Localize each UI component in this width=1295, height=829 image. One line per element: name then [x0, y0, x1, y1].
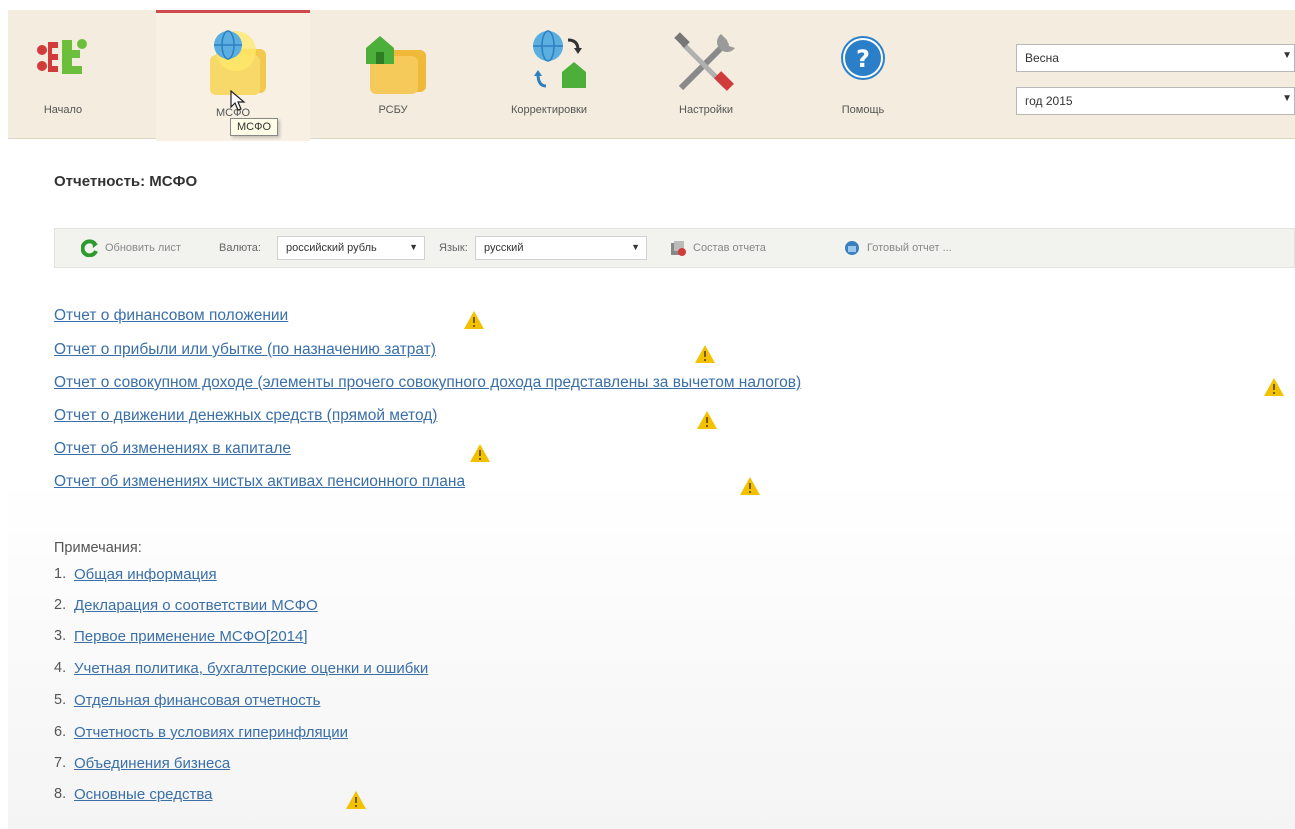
toolbar-rsbu-button[interactable]: РСБУ [348, 10, 438, 138]
statement-link[interactable]: Отчет о прибыли или убытке (по назначени… [54, 341, 436, 359]
currency-select-value: российский рубль [286, 242, 377, 254]
ifrs-tooltip: МСФО [230, 118, 279, 136]
warning-icon [469, 443, 491, 463]
note-link[interactable]: Объединения бизнеса [74, 755, 230, 772]
toolbar-settings-label: Настройки [679, 104, 733, 116]
note-link[interactable]: Первое применение МСФО[2014] [74, 628, 308, 645]
warning-icon [696, 410, 718, 430]
mouse-cursor-icon [230, 89, 246, 117]
year-select-value: год 2015 [1025, 94, 1073, 108]
statement-link[interactable]: Отчет об изменениях в капитале [54, 440, 291, 458]
warning-icon [463, 310, 485, 330]
period-select-value: Весна [1025, 51, 1059, 65]
toolbar-adjustments-button[interactable]: Корректировки [484, 10, 614, 138]
note-number: 8. [54, 786, 67, 802]
language-label: Язык: [439, 242, 468, 254]
help-icon: ? [818, 22, 908, 102]
statement-link[interactable]: Отчет о движении денежных средств (прямо… [54, 407, 437, 425]
toolbar-home-label: Начало [43, 104, 83, 116]
report-composition-label: Состав отчета [693, 242, 766, 254]
currency-label: Валюта: [219, 242, 261, 254]
note-number: 3. [54, 628, 67, 644]
chevron-down-icon: ▼ [631, 242, 640, 252]
chevron-down-icon: ▼ [1282, 93, 1292, 104]
toolbar-home-button[interactable]: Начало [18, 10, 108, 138]
note-link[interactable]: Основные средства [74, 786, 212, 803]
svg-text:?: ? [856, 45, 870, 73]
note-number: 5. [54, 692, 67, 708]
statement-link[interactable]: Отчет об изменениях чистых активах пенси… [54, 473, 465, 491]
report-composition-icon [669, 239, 687, 257]
warning-icon [345, 790, 367, 810]
toolbar-help-button[interactable]: ? Помощь [808, 10, 918, 138]
period-select[interactable]: Весна ▼ [1016, 44, 1295, 72]
page-title: Отчетность: МСФО [54, 173, 198, 190]
ready-report-icon [843, 239, 861, 257]
toolbar-adjustments-label: Корректировки [510, 104, 588, 116]
language-select[interactable]: русский ▼ [475, 236, 647, 260]
note-number: 6. [54, 724, 67, 740]
refresh-sheet-button[interactable]: Обновить лист [80, 229, 181, 267]
note-link[interactable]: Декларация о соответствии МСФО [74, 597, 318, 614]
warning-icon [694, 344, 716, 364]
report-toolbar: Обновить лист Валюта: российский рубль ▼… [54, 228, 1295, 268]
logo-icon [18, 22, 108, 102]
note-link[interactable]: Отдельная финансовая отчетность [74, 692, 320, 709]
report-composition-button[interactable]: Состав отчета [669, 229, 766, 267]
note-link[interactable]: Отчетность в условиях гиперинфляции [74, 724, 348, 741]
tools-icon [661, 22, 751, 102]
refresh-icon [80, 239, 99, 258]
refresh-sheet-label: Обновить лист [105, 242, 181, 254]
note-number: 7. [54, 755, 67, 771]
ready-report-button[interactable]: Готовый отчет ... [843, 229, 952, 267]
warning-icon [739, 476, 761, 496]
note-link[interactable]: Общая информация [74, 566, 217, 583]
app-window: Начало МСФО РСБУ Корректировки Настройки… [8, 10, 1295, 829]
language-select-value: русский [484, 242, 524, 254]
note-number: 2. [54, 597, 67, 613]
toolbar-rsbu-label: РСБУ [378, 104, 408, 116]
note-number: 1. [54, 566, 67, 582]
toolbar-settings-button[interactable]: Настройки [656, 10, 756, 138]
chevron-down-icon: ▼ [1282, 50, 1292, 61]
globe-house-arrows-icon [514, 22, 604, 102]
note-number: 4. [54, 660, 67, 676]
toolbar-help-label: Помощь [841, 104, 885, 116]
ready-report-label: Готовый отчет ... [867, 242, 952, 254]
notes-heading: Примечания: [54, 540, 142, 556]
statement-link[interactable]: Отчет о финансовом положении [54, 307, 288, 325]
note-link[interactable]: Учетная политика, бухгалтерские оценки и… [74, 660, 428, 677]
year-select[interactable]: год 2015 ▼ [1016, 87, 1295, 115]
statement-link[interactable]: Отчет о совокупном доходе (элементы проч… [54, 374, 801, 392]
main-toolbar: Начало МСФО РСБУ Корректировки Настройки… [8, 10, 1295, 141]
house-folder-icon [348, 22, 438, 102]
currency-select[interactable]: российский рубль ▼ [277, 236, 425, 260]
warning-icon [1263, 377, 1285, 397]
chevron-down-icon: ▼ [409, 242, 418, 252]
